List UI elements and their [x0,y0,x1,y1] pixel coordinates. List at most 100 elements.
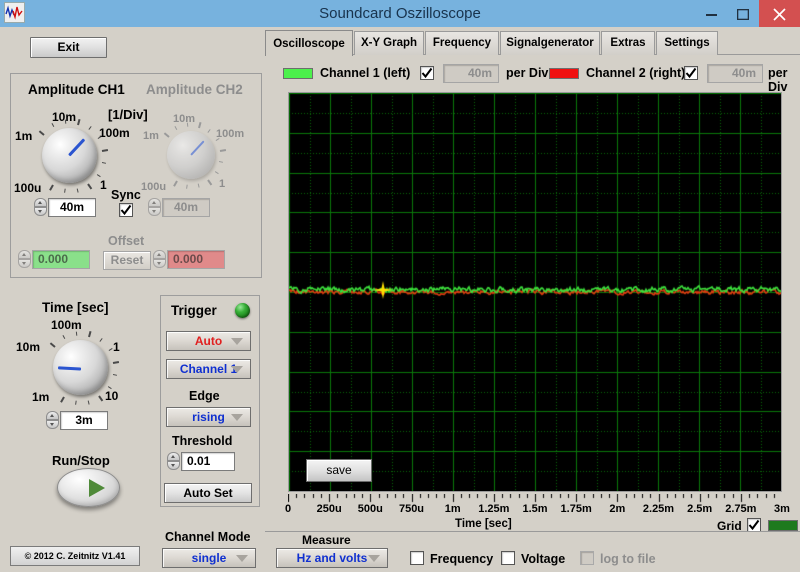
log-to-file-checkbox[interactable] [580,551,594,565]
trigger-threshold-label: Threshold [172,434,233,448]
amplitude-ch2-knob[interactable] [167,131,215,179]
ch1-knob-tick-100u: 100u [14,181,42,195]
channel-mode-value: single [191,551,227,565]
auto-set-button[interactable]: Auto Set [164,483,252,503]
tab-oscilloscope[interactable]: Oscilloscope [265,30,353,56]
offset-ch2-spinner[interactable] [153,250,166,269]
amplitude-ch1-title: Amplitude CH1 [28,82,125,97]
trigger-source-value: Channel 1 [179,362,238,376]
chevron-down-icon [231,366,243,373]
measure-mode-combo[interactable]: Hz and volts [276,548,388,568]
knob-tick [62,335,66,340]
sync-label: Sync [111,188,141,202]
tab-frequency[interactable]: Frequency [425,31,499,55]
knob-tick [112,374,117,377]
maximize-icon[interactable] [727,0,759,27]
channel-1-per-div-label: per Div [506,66,549,80]
knob-tick [63,188,66,193]
knob-tick [64,119,67,124]
run-stop-label: Run/Stop [52,453,110,468]
offset-ch1-spinner[interactable] [18,250,31,269]
channel-2-per-div-input[interactable]: 40m [707,64,763,83]
knob-tick [108,348,113,352]
close-icon[interactable] [759,0,800,27]
sync-checkbox[interactable] [119,203,133,217]
ch1-knob-tick-10m: 10m [52,110,77,124]
chevron-down-icon [231,414,243,421]
time-knob-tick-10m: 10m [16,340,41,354]
time-section-title: Time [sec] [42,300,109,315]
x-axis-tick-label: 3m [774,503,790,515]
threshold-spinner[interactable] [167,452,180,471]
ch2-knob-tick-100u: 100u [141,181,167,193]
channel-1-label: Channel 1 (left) [320,66,411,80]
run-stop-button[interactable] [57,468,120,507]
time-knob[interactable] [53,340,108,395]
minimize-icon[interactable] [695,0,727,27]
trigger-mode-value: Auto [194,334,223,348]
measure-voltage-checkbox[interactable] [501,551,515,565]
measure-label: Measure [302,533,351,547]
channel-2-enable-checkbox[interactable] [684,66,698,80]
measure-divider [265,531,800,532]
trigger-edge-value: rising [192,410,225,424]
measure-frequency-checkbox[interactable] [410,551,424,565]
x-axis-title: Time [sec] [455,518,512,530]
ch2-knob-tick-10m: 10m [173,113,196,125]
channel-1-color-swatch [283,68,313,79]
amplitude-ch1-knob[interactable] [42,128,97,183]
trigger-edge-combo[interactable]: rising [166,407,251,427]
trigger-edge-label: Edge [189,389,220,403]
offset-ch1-input[interactable]: 0.000 [32,250,90,269]
tab-strip: Oscilloscope X-Y Graph Frequency Signalg… [265,30,800,56]
ch2-knob-tick-100m: 100m [216,128,245,140]
channel-1-per-div-input[interactable]: 40m [443,64,499,83]
ch2-value-input[interactable]: 40m [162,198,210,217]
exit-button[interactable]: Exit [30,37,107,58]
ch1-value-spinner[interactable] [34,198,47,217]
ch1-knob-needle [68,138,85,157]
tab-signalgenerator[interactable]: Signalgenerator [500,31,600,55]
grid-color-swatch[interactable] [768,520,798,531]
time-knob-tick-10: 10 [105,389,119,403]
time-knob-tick-100m: 100m [51,318,82,332]
grid-checkbox[interactable] [747,518,761,532]
threshold-input[interactable]: 0.01 [181,452,235,471]
measure-mode-value: Hz and volts [296,551,368,565]
time-value-input[interactable]: 3m [60,411,108,430]
ch1-value-input[interactable]: 40m [48,198,96,217]
trigger-mode-combo[interactable]: Auto [166,331,251,351]
ch1-knob-tick-1: 1 [100,178,107,192]
channel-mode-combo[interactable]: single [162,548,256,568]
knob-tick [186,122,189,127]
oscilloscope-canvas[interactable] [289,93,781,491]
knob-tick [74,400,77,405]
knob-tick [60,396,65,403]
channel-2-label: Channel 2 (right) [586,66,686,80]
tab-extras[interactable]: Extras [601,31,655,55]
knob-tick [98,394,104,402]
time-knob-tick-1: 1 [113,340,120,354]
trigger-title: Trigger [171,303,217,318]
trigger-source-combo[interactable]: Channel 1 [166,359,251,379]
channel-1-enable-checkbox[interactable] [420,66,434,80]
log-to-file-label: log to file [600,552,656,566]
tab-settings[interactable]: Settings [656,31,718,55]
time-knob-needle [57,366,82,371]
ch2-value-spinner[interactable] [148,198,161,217]
tab-xy-graph[interactable]: X-Y Graph [354,31,424,55]
ch1-knob-tick-100m: 100m [99,126,130,140]
ch2-knob-tick-1m: 1m [143,130,159,142]
offset-reset-button[interactable]: Reset [103,251,151,270]
time-value-spinner[interactable] [46,411,59,430]
chevron-down-icon [231,338,243,345]
ch1-knob-tick-1m: 1m [15,129,33,143]
offset-ch2-input[interactable]: 0.000 [167,250,225,269]
chevron-down-icon [368,555,380,562]
knob-tick [49,342,56,349]
oscilloscope-display[interactable] [288,92,782,492]
play-icon [89,479,105,497]
knob-tick [112,360,120,364]
channel-2-color-swatch [549,68,579,79]
save-button[interactable]: save [306,459,372,482]
